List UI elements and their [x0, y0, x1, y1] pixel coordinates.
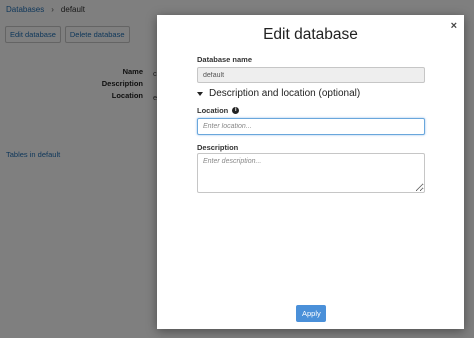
description-location-toggle[interactable]: Description and location (optional)	[197, 88, 360, 99]
location-label: Location	[197, 106, 229, 115]
info-icon[interactable]: i	[232, 107, 240, 114]
toggle-label: Description and location (optional)	[209, 88, 361, 99]
database-name-field[interactable]	[197, 67, 425, 83]
location-label-row: Location i	[197, 106, 240, 115]
caret-down-icon	[197, 91, 203, 96]
edit-database-modal: × Edit database Database name Descriptio…	[157, 15, 464, 329]
apply-button[interactable]: Apply	[296, 305, 326, 322]
modal-title: Edit database	[263, 26, 358, 43]
description-label: Description	[197, 143, 239, 152]
location-input[interactable]	[197, 118, 425, 135]
database-name-label: Database name	[197, 55, 253, 64]
description-input[interactable]	[197, 153, 425, 193]
